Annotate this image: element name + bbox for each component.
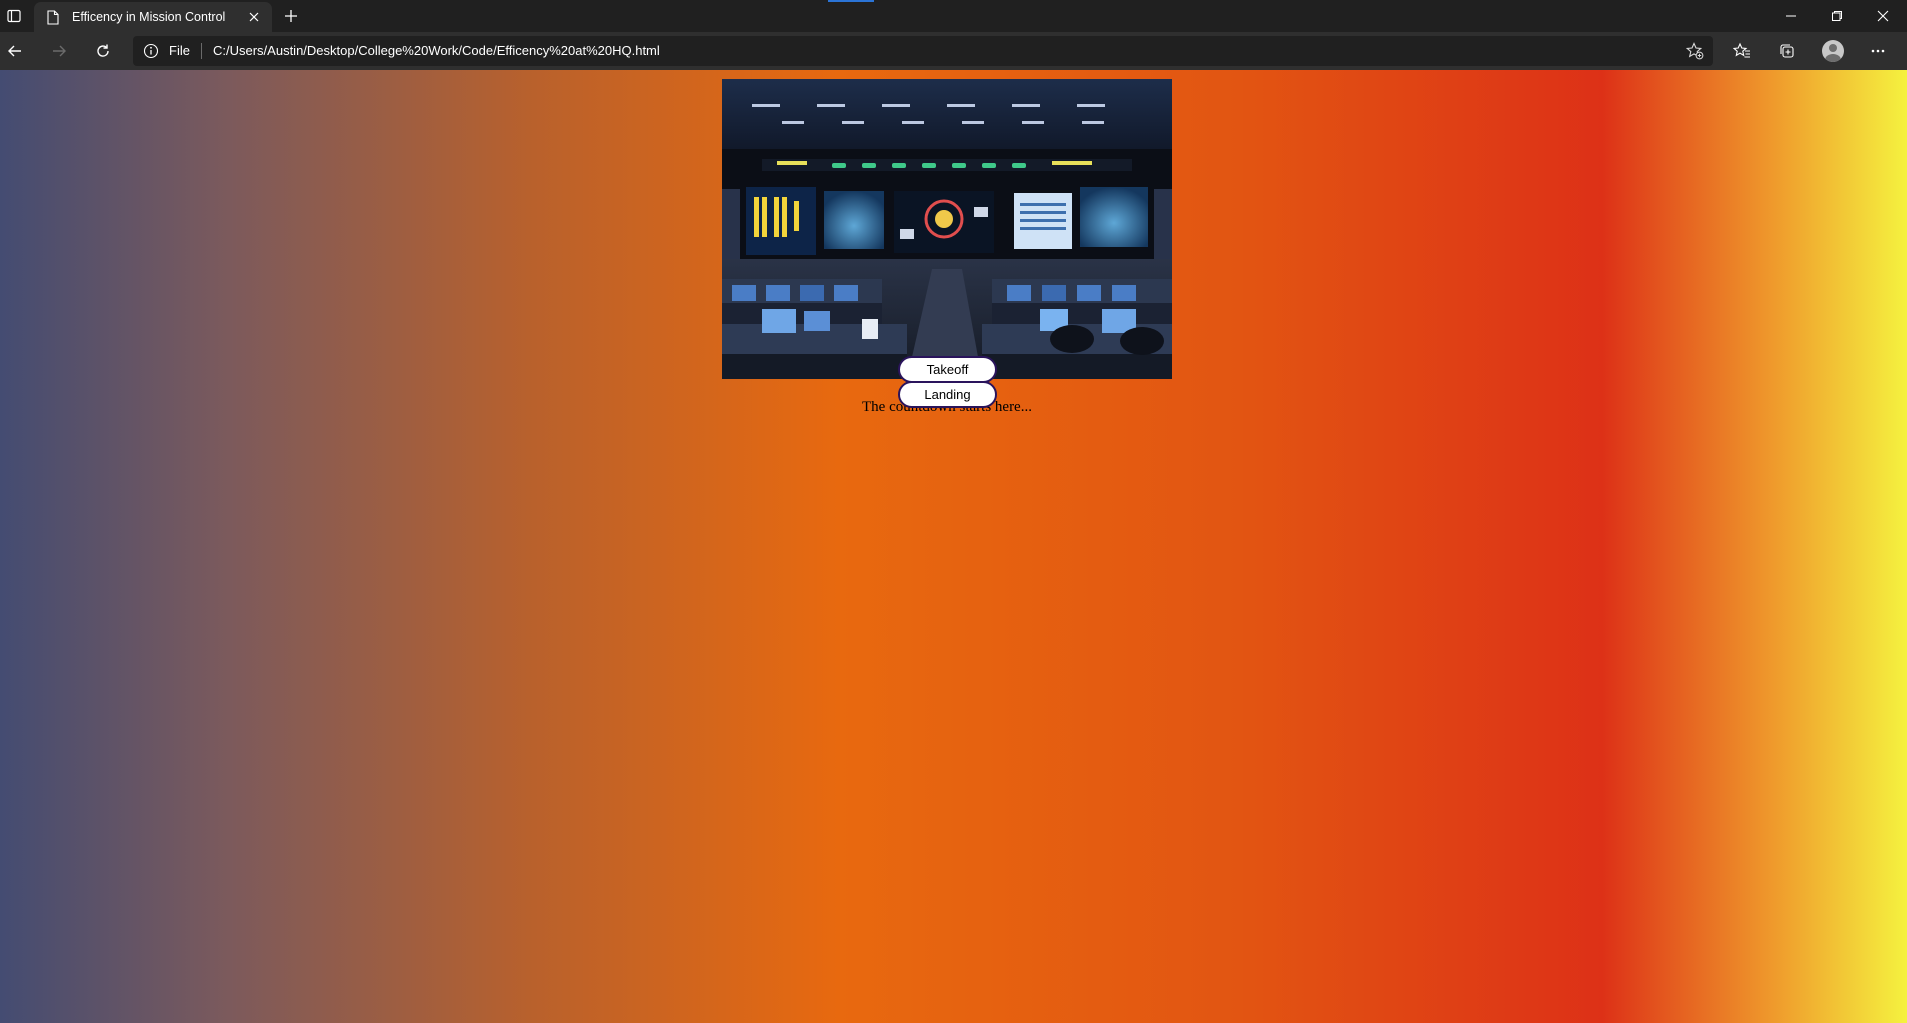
minimize-icon[interactable] [1768,0,1814,32]
avatar [1822,40,1844,62]
page-viewport: The countdown starts here... Takeoff Lan… [0,70,1907,1023]
page-icon [46,9,60,25]
tab-actions-icon[interactable] [2,4,26,28]
address-divider [201,43,202,59]
landing-button[interactable]: Landing [898,381,997,408]
mission-control-image [722,79,1172,379]
info-icon[interactable] [143,43,159,59]
add-favorite-icon[interactable] [1683,39,1707,63]
browser-tab[interactable]: Efficency in Mission Control [34,2,272,32]
favorites-icon[interactable] [1728,37,1756,65]
scheme-label: File [169,43,190,58]
window-close-icon[interactable] [1860,0,1906,32]
browser-toolbar: File C:/Users/Austin/Desktop/College%20W… [0,32,1907,70]
forward-icon[interactable] [45,37,73,65]
tab-bar: Efficency in Mission Control [0,0,1907,32]
takeoff-button[interactable]: Takeoff [898,356,997,383]
address-bar[interactable]: File C:/Users/Austin/Desktop/College%20W… [133,36,1713,66]
plus-icon[interactable] [280,5,302,27]
window-drag-indicator [828,0,874,2]
restore-icon[interactable] [1814,0,1860,32]
back-icon[interactable] [1,37,29,65]
tab-title: Efficency in Mission Control [72,10,226,24]
refresh-icon[interactable] [89,37,117,65]
more-icon[interactable] [1864,37,1892,65]
profile-icon[interactable] [1819,37,1847,65]
collections-icon[interactable] [1773,37,1801,65]
close-icon[interactable] [244,7,264,27]
url-text[interactable]: C:/Users/Austin/Desktop/College%20Work/C… [213,43,660,58]
